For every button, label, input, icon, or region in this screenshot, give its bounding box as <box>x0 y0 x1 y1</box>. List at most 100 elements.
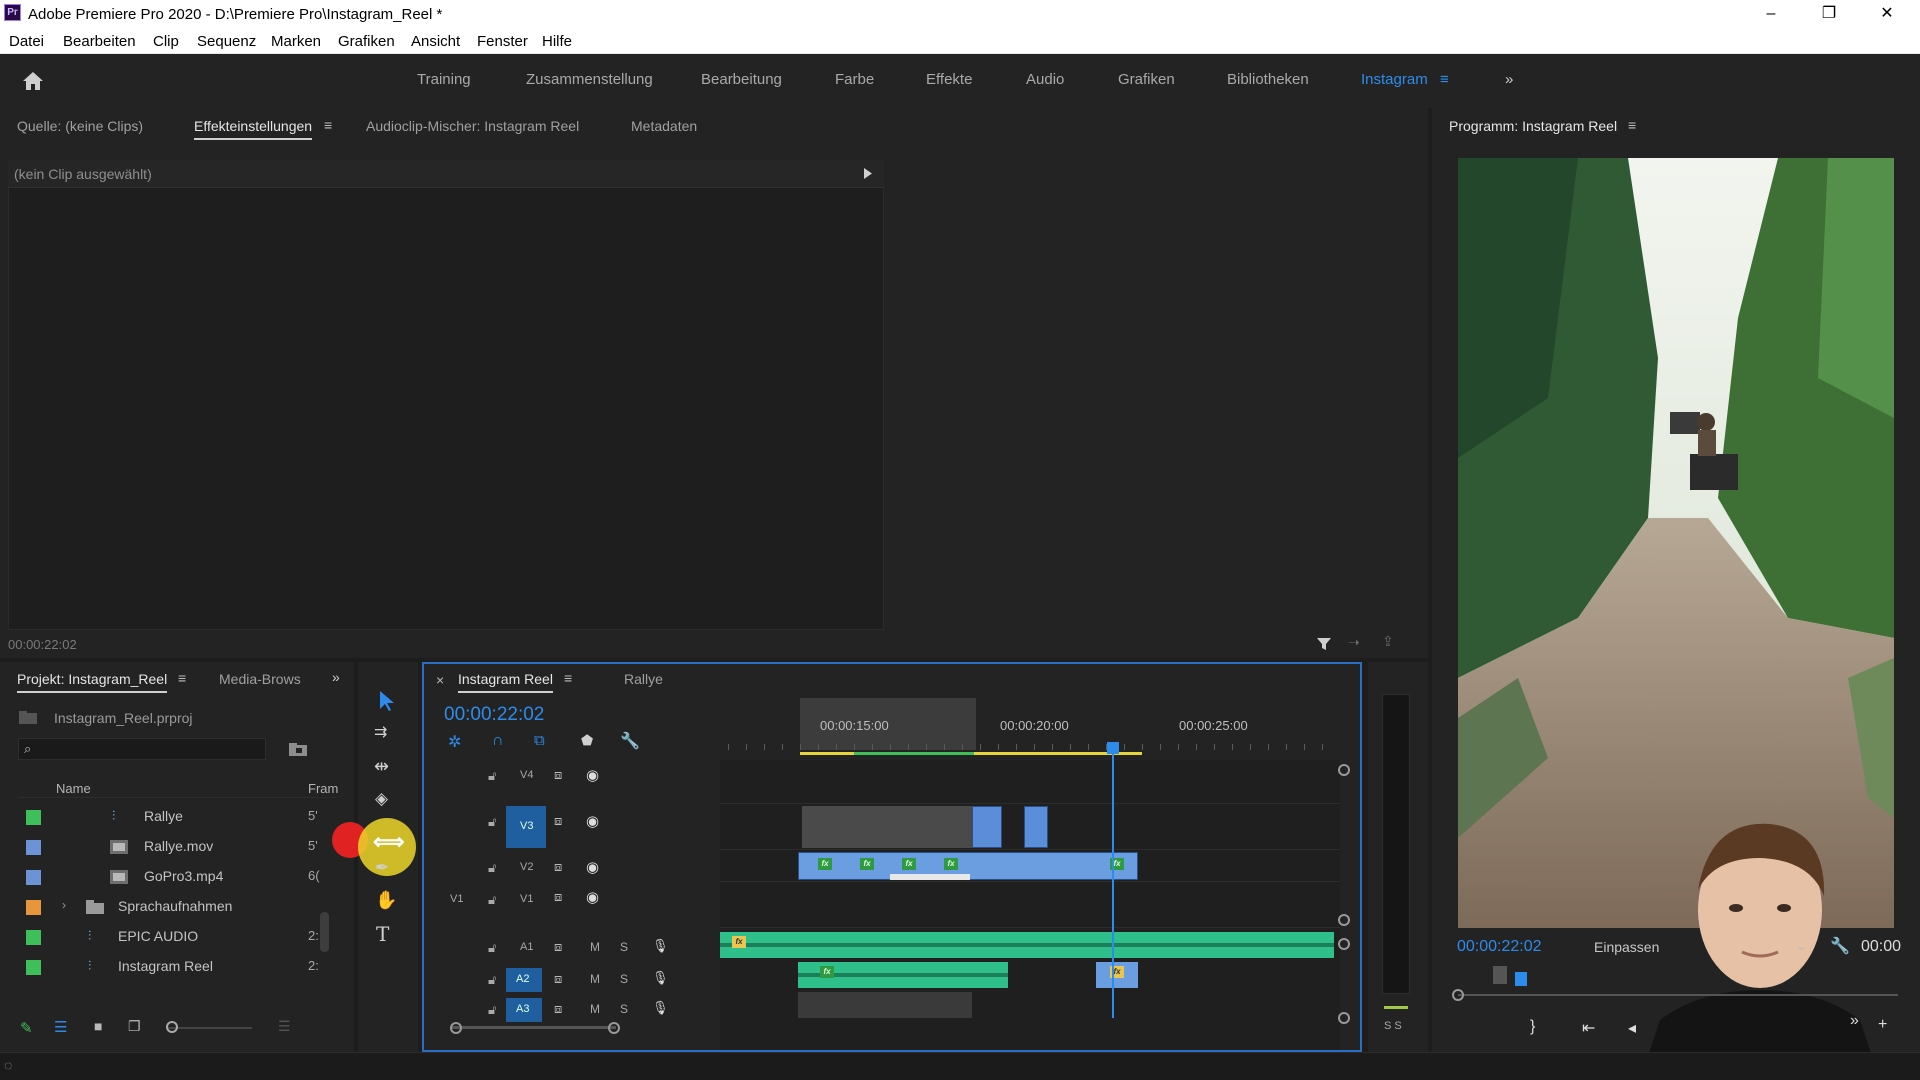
source-patch-v1[interactable]: V1 <box>450 893 463 905</box>
sync-lock-icon[interactable]: ⧈ <box>554 1001 562 1017</box>
tab-metadata[interactable]: Metadaten <box>631 118 697 134</box>
workspace-audio[interactable]: Audio <box>1026 71 1064 88</box>
track-lane-v1[interactable] <box>720 882 1340 928</box>
linked-selection-icon[interactable]: ⧉ <box>534 732 545 749</box>
menu-fenster[interactable]: Fenster <box>477 33 528 50</box>
track-header-v1[interactable]: V1 🔓︎ V1 ⧈ ◉ <box>424 884 714 914</box>
sort-icon[interactable]: ☰ <box>278 1018 291 1035</box>
lock-icon[interactable]: 🔓︎ <box>488 860 496 876</box>
project-search-input[interactable]: ⌕ <box>18 738 266 760</box>
mute-button[interactable]: M <box>590 972 600 986</box>
sync-lock-icon[interactable]: ⧈ <box>554 767 562 783</box>
chevron-right-icon[interactable]: › <box>62 898 66 912</box>
workspace-training[interactable]: Training <box>417 71 471 88</box>
workspace-overflow-button[interactable]: » <box>1505 71 1513 88</box>
tab-audio-clip-mixer[interactable]: Audioclip-Mischer: Instagram Reel <box>366 118 579 134</box>
hand-tool-icon[interactable]: ✋ <box>375 890 397 911</box>
tab-timeline-rallye[interactable]: Rallye <box>624 671 663 687</box>
eye-icon[interactable]: ◉ <box>586 766 599 784</box>
clip-a3-placeholder[interactable] <box>798 992 972 1018</box>
go-to-in-icon[interactable]: ⇤ <box>1582 1018 1595 1038</box>
zoom-slider[interactable] <box>168 1027 252 1029</box>
lock-icon[interactable]: 🔓︎ <box>488 814 496 830</box>
fit-dropdown[interactable]: Einpassen <box>1594 939 1659 955</box>
sync-lock-icon[interactable]: ⧈ <box>554 813 562 829</box>
menu-ansicht[interactable]: Ansicht <box>411 33 460 50</box>
workspace-grafiken[interactable]: Grafiken <box>1118 71 1175 88</box>
label-color-swatch[interactable] <box>26 930 41 945</box>
zoom-slider-handle[interactable] <box>166 1021 178 1033</box>
sync-lock-icon[interactable]: ⧈ <box>554 889 562 905</box>
icon-view-icon[interactable]: ■ <box>94 1018 102 1034</box>
timeline-timecode[interactable]: 00:00:22:02 <box>444 704 544 726</box>
workspace-zusammenstellung[interactable]: Zusammenstellung <box>526 71 653 88</box>
filter-icon[interactable] <box>1316 636 1332 652</box>
list-item[interactable]: › Sprachaufnahmen <box>18 892 328 922</box>
minimize-button[interactable]: – <box>1748 2 1794 26</box>
mute-button[interactable]: M <box>590 940 600 954</box>
track-header-v2[interactable]: 🔓︎ V2 ⧈ ◉ <box>424 852 714 882</box>
wrench-icon[interactable]: 🔧 <box>620 731 640 751</box>
column-name[interactable]: Name <box>56 781 91 796</box>
lock-icon[interactable]: 🔓︎ <box>488 972 496 988</box>
project-overflow-icon[interactable]: » <box>332 669 340 685</box>
solo-button[interactable]: S <box>620 972 628 986</box>
track-header-a3[interactable]: 🔓︎ A3 ⧈ M S 🎙︎ <box>424 994 714 1024</box>
track-header-v3[interactable]: 🔓︎ V3 ⧈ ◉ <box>424 806 714 848</box>
step-back-icon[interactable]: ◂ <box>1628 1018 1636 1038</box>
microphone-icon[interactable]: 🎙︎ <box>652 1000 669 1016</box>
sync-lock-icon[interactable]: ⧈ <box>554 971 562 987</box>
microphone-icon[interactable]: 🎙︎ <box>652 938 669 954</box>
lock-icon[interactable]: 🔓︎ <box>488 892 496 908</box>
eye-icon[interactable]: ◉ <box>586 812 599 830</box>
effect-controls-area[interactable] <box>8 160 884 630</box>
list-item[interactable]: ⫶ EPIC AUDIO 2: <box>18 922 328 952</box>
workspace-menu-icon[interactable]: ≡ <box>1440 71 1449 88</box>
workspace-instagram[interactable]: Instagram <box>1361 71 1428 88</box>
freeform-view-icon[interactable]: ❐ <box>128 1018 141 1035</box>
column-frame-rate[interactable]: Fram <box>308 781 338 796</box>
program-monitor-title[interactable]: Programm: Instagram Reel <box>1449 118 1617 134</box>
vertical-scroll-handle[interactable] <box>1338 1012 1350 1024</box>
workspace-bibliotheken[interactable]: Bibliotheken <box>1227 71 1309 88</box>
label-color-swatch[interactable] <box>26 870 41 885</box>
track-lane-v4[interactable] <box>720 760 1340 804</box>
clip-v3-placeholder[interactable] <box>802 806 972 848</box>
track-select-tool-icon[interactable]: ⇉ <box>374 722 387 742</box>
snap-magnet-icon[interactable]: ∩ <box>492 732 504 750</box>
project-scrollbar[interactable] <box>320 912 329 952</box>
ripple-edit-tool-icon[interactable]: ⇹ <box>374 756 389 777</box>
workspace-bearbeitung[interactable]: Bearbeitung <box>701 71 782 88</box>
tab-media-browser[interactable]: Media-Brows <box>219 671 301 687</box>
list-item[interactable]: ⫶ Rallye 5' <box>18 802 328 832</box>
program-menu-icon[interactable]: ≡ <box>1628 117 1636 133</box>
solo-button[interactable]: S <box>620 940 628 954</box>
clip-a1-audio[interactable] <box>720 932 1334 958</box>
expand-arrow-icon[interactable] <box>864 168 873 179</box>
menu-datei[interactable]: Datei <box>9 33 44 50</box>
track-header-a2[interactable]: 🔓︎ A2 ⧈ M S 🎙︎ <box>424 964 714 994</box>
track-header-a1[interactable]: 🔓︎ A1 ⧈ M S 🎙︎ <box>424 932 714 962</box>
tab-source[interactable]: Quelle: (keine Clips) <box>17 118 143 134</box>
list-item[interactable]: ⫶ Instagram Reel 2: <box>18 952 328 982</box>
horizontal-zoom-scrollbar[interactable] <box>452 1026 616 1029</box>
clip-v3[interactable] <box>1024 806 1048 848</box>
pen-tool-icon[interactable]: ✒ <box>375 858 389 878</box>
project-menu-icon[interactable]: ≡ <box>178 670 186 686</box>
type-tool-icon[interactable]: T <box>376 922 389 946</box>
menu-clip[interactable]: Clip <box>153 33 179 50</box>
label-color-swatch[interactable] <box>26 960 41 975</box>
effect-controls-menu-icon[interactable]: ≡ <box>324 117 332 133</box>
menu-sequenz[interactable]: Sequenz <box>197 33 256 50</box>
settings-wrench-icon[interactable]: 🔧 <box>1830 936 1850 956</box>
mark-out-icon[interactable]: } <box>1530 1018 1535 1036</box>
menu-marken[interactable]: Marken <box>271 33 321 50</box>
program-playhead[interactable] <box>1515 972 1527 986</box>
menu-bearbeiten[interactable]: Bearbeiten <box>63 33 136 50</box>
scrubber-start-handle[interactable] <box>1452 989 1464 1001</box>
maximize-button[interactable]: ❐ <box>1806 2 1852 26</box>
track-header-v4[interactable]: 🔓︎ V4 ⧈ ◉ <box>424 760 714 790</box>
home-icon[interactable] <box>22 71 44 91</box>
vertical-scroll-handle[interactable] <box>1338 914 1350 926</box>
sync-lock-icon[interactable]: ⧈ <box>554 859 562 875</box>
